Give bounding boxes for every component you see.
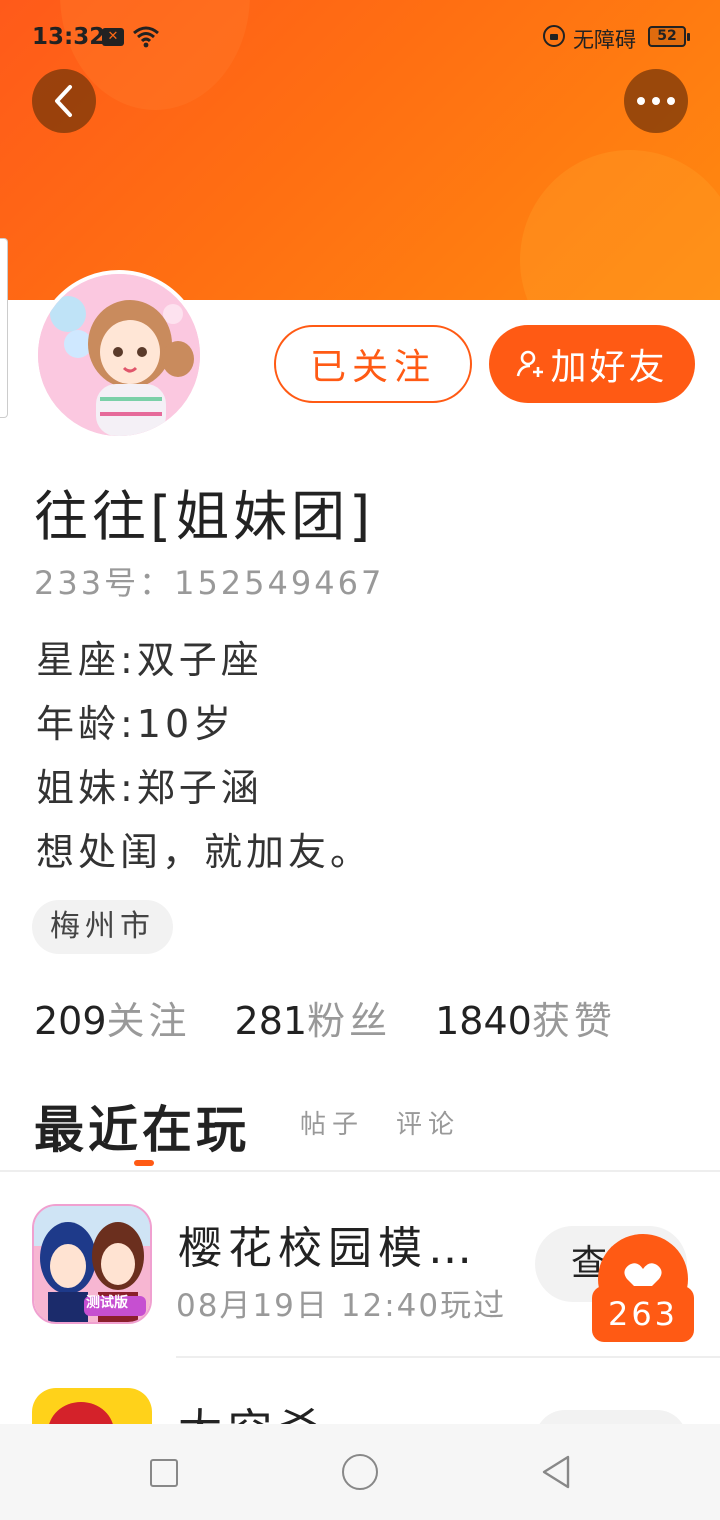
profile-bio: 星座:双子座 年龄:10岁 姐妹:郑子涵 想处闺，就加友。 <box>36 628 372 884</box>
user-plus-icon <box>517 350 544 377</box>
accessibility-label: 无障碍 <box>573 28 636 52</box>
following-button[interactable]: 已关注 <box>274 325 472 403</box>
profile-id[interactable]: 233号：152549467 <box>34 558 384 604</box>
location-tag: 梅州市 <box>32 900 173 954</box>
add-friend-button[interactable]: 加好友 <box>489 325 695 403</box>
like-count: 263 <box>592 1286 694 1342</box>
home-icon[interactable] <box>342 1454 378 1490</box>
profile-stats: 209关注 281粉丝 1840获赞 <box>34 990 660 1045</box>
status-time: 13:32 <box>32 24 106 50</box>
back-triangle-icon[interactable] <box>540 1454 572 1490</box>
active-tab-indicator <box>134 1160 154 1166</box>
stat-likes[interactable]: 1840获赞 <box>435 990 616 1045</box>
bio-line: 想处闺，就加友。 <box>36 830 373 874</box>
bio-line: 年龄:10岁 <box>36 702 236 746</box>
stat-label: 获赞 <box>531 999 616 1043</box>
stat-value: 209 <box>34 999 107 1043</box>
tab-recently-played[interactable]: 最近在玩 <box>34 1090 250 1162</box>
chevron-left-icon <box>55 85 72 117</box>
more-dots-icon <box>637 97 675 105</box>
banner-decoration <box>520 150 720 300</box>
stat-label: 关注 <box>106 999 191 1043</box>
like-floating-button[interactable]: 263 <box>592 1234 694 1344</box>
back-button[interactable] <box>32 69 96 133</box>
tab-comments[interactable]: 评论 <box>396 1104 460 1141</box>
stat-value: 281 <box>234 999 308 1043</box>
avatar-illustration <box>38 274 200 436</box>
game-title: 太空杀 <box>178 1394 328 1424</box>
test-version-badge: 测试版 <box>86 1295 128 1311</box>
stat-label: 粉丝 <box>307 999 392 1043</box>
avatar[interactable] <box>34 270 204 440</box>
notification-icon: ✕ <box>102 28 124 46</box>
stat-following[interactable]: 209关注 <box>34 990 191 1045</box>
battery-icon: 52 <box>648 26 690 47</box>
bio-line: 姐妹:郑子涵 <box>36 766 263 810</box>
stat-followers[interactable]: 281粉丝 <box>235 990 392 1045</box>
status-bar: 13:32 ✕ 无障碍 52 <box>0 0 720 72</box>
lock-icon <box>543 25 565 47</box>
stat-value: 1840 <box>435 999 532 1043</box>
wifi-icon <box>133 26 159 48</box>
profile-tabs: 最近在玩 帖子 评论 <box>34 1090 694 1166</box>
bio-line: 星座:双子座 <box>36 638 263 682</box>
more-button[interactable] <box>624 69 688 133</box>
side-drawer-handle[interactable] <box>0 238 8 418</box>
game-title: 樱花校园模… <box>178 1223 478 1274</box>
add-friend-label: 加好友 <box>550 347 668 388</box>
recent-apps-icon[interactable] <box>150 1459 178 1487</box>
profile-name: 往往[姐妹团] <box>34 485 375 548</box>
game-played-time: 08月19日 12:40玩过 <box>176 1288 507 1324</box>
tab-posts[interactable]: 帖子 <box>300 1104 364 1141</box>
game-icon[interactable]: 测试版 <box>32 1204 152 1324</box>
